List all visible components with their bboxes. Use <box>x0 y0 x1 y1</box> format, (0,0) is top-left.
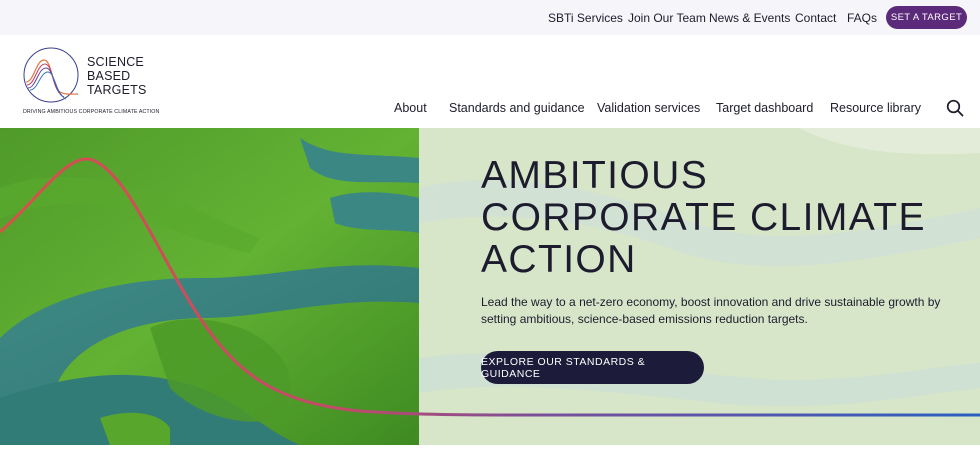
hero-title-line-3: ACTION <box>481 238 637 281</box>
logo-line-based: BASED <box>87 69 131 83</box>
search-icon[interactable] <box>946 99 964 117</box>
hero-title: AMBITIOUS CORPORATE CLIMATE ACTION <box>481 155 961 281</box>
hero-section: AMBITIOUS CORPORATE CLIMATE ACTION Lead … <box>0 128 980 445</box>
logo-line-science: SCIENCE <box>87 55 144 69</box>
nav-standards-and-guidance[interactable]: Standards and guidance <box>449 101 585 115</box>
logo-line-targets: TARGETS <box>87 83 147 97</box>
logo-wordmark: SCIENCE BASED TARGETS <box>87 55 147 97</box>
page-bottom-edge <box>0 445 980 456</box>
hero-subtitle: Lead the way to a net-zero economy, boos… <box>481 295 941 326</box>
link-sbti-services[interactable]: SBTi Services <box>548 11 623 25</box>
link-faqs[interactable]: FAQs <box>847 11 877 25</box>
link-join-our-team[interactable]: Join Our Team <box>628 11 706 25</box>
link-news-events[interactable]: News & Events <box>709 11 790 25</box>
link-contact[interactable]: Contact <box>795 11 836 25</box>
set-a-target-button[interactable]: SET A TARGET <box>886 6 967 29</box>
hero-title-line-2: CORPORATE CLIMATE <box>481 196 926 239</box>
explore-standards-button[interactable]: EXPLORE OUR STANDARDS & GUIDANCE <box>481 351 704 384</box>
nav-about[interactable]: About <box>394 101 427 115</box>
logo-mark-icon <box>23 47 79 103</box>
utility-bar: SBTi Services Join Our Team News & Event… <box>0 0 980 35</box>
logo-tagline: DRIVING AMBITIOUS CORPORATE CLIMATE ACTI… <box>23 109 160 115</box>
hero-title-line-1: AMBITIOUS <box>481 154 709 197</box>
nav-validation-services[interactable]: Validation services <box>597 101 700 115</box>
nav-target-dashboard[interactable]: Target dashboard <box>716 101 813 115</box>
site-header: SCIENCE BASED TARGETS DRIVING AMBITIOUS … <box>0 35 980 128</box>
nav-resource-library[interactable]: Resource library <box>830 101 921 115</box>
